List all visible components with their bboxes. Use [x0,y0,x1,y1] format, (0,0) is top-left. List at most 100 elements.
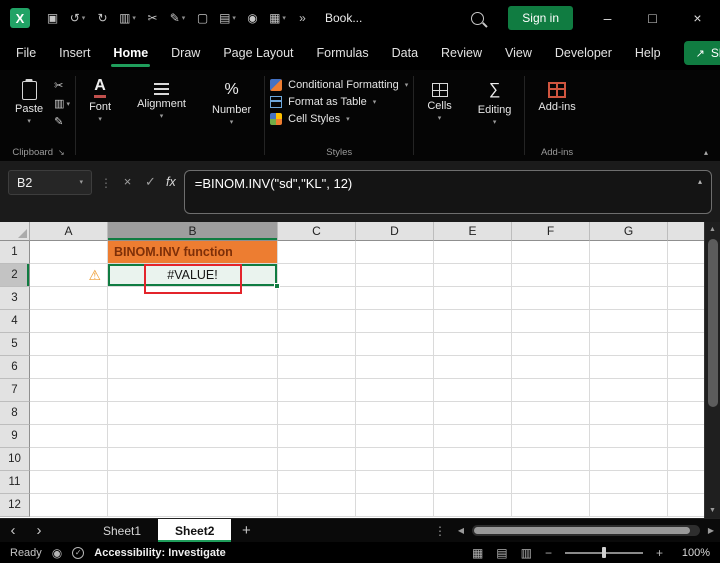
hscroll-right-icon[interactable]: ▶ [702,519,720,542]
clipboard-dialog-launcher-icon[interactable]: ↘ [58,148,65,157]
cell-F6[interactable] [512,356,590,379]
conditional-formatting-button[interactable]: Conditional Formatting ▾ [270,79,408,91]
zoom-in-icon[interactable]: + [656,547,663,559]
row-header-8[interactable]: 8 [0,402,30,425]
alignment-button[interactable]: Alignment ▾ [129,72,194,144]
cell-C10[interactable] [278,448,356,471]
scroll-down-icon[interactable]: ▼ [705,503,720,518]
cell-G4[interactable] [590,310,668,333]
column-header-F[interactable]: F [512,222,590,241]
cell-A2[interactable]: ⚠ [30,264,108,287]
cell-C8[interactable] [278,402,356,425]
cell-G5[interactable] [590,333,668,356]
cell-D1[interactable] [356,241,434,264]
cell-E10[interactable] [434,448,512,471]
cell-B7[interactable] [108,379,278,402]
menu-tab-help[interactable]: Help [635,36,661,70]
cell-D11[interactable] [356,471,434,494]
cell-styles-button[interactable]: Cell Styles ▾ [270,113,408,125]
cell-A7[interactable] [30,379,108,402]
cell-C7[interactable] [278,379,356,402]
cell-C11[interactable] [278,471,356,494]
maximize-button[interactable]: □ [630,0,675,36]
cell-C12[interactable] [278,494,356,517]
font-button[interactable]: A Font ▾ [81,72,119,144]
cell-F3[interactable] [512,287,590,310]
cell-B8[interactable] [108,402,278,425]
cell-G9[interactable] [590,425,668,448]
enter-icon[interactable]: ✓ [143,174,158,190]
menu-tab-page-layout[interactable]: Page Layout [223,36,293,70]
menu-tab-formulas[interactable]: Formulas [317,36,369,70]
formula-input[interactable]: =BINOM.INV("sd","KL", 12) ▴ [183,170,712,214]
row-header-6[interactable]: 6 [0,356,30,379]
column-header-C[interactable]: C [278,222,356,241]
cell-D4[interactable] [356,310,434,333]
cell-G3[interactable] [590,287,668,310]
print-icon[interactable]: ▤ ▾ [215,6,240,30]
zoom-level[interactable]: 100% [676,547,710,559]
insert-function-icon[interactable]: fx [166,175,176,189]
cell-F12[interactable] [512,494,590,517]
cell-D5[interactable] [356,333,434,356]
menu-tab-home[interactable]: Home [111,36,150,70]
cell-D3[interactable] [356,287,434,310]
row-header-7[interactable]: 7 [0,379,30,402]
cell-B10[interactable] [108,448,278,471]
row-header-1[interactable]: 1 [0,241,30,264]
page-layout-view-icon[interactable]: ▤ [496,547,507,559]
cell-G1[interactable] [590,241,668,264]
workbook-title[interactable]: Book... [325,11,362,25]
cell-C9[interactable] [278,425,356,448]
overflow-icon[interactable]: » [290,6,315,30]
cell-A6[interactable] [30,356,108,379]
vertical-scroll-thumb[interactable] [708,239,718,407]
cell-B3[interactable] [108,287,278,310]
minimize-button[interactable]: – [585,0,630,36]
redo-icon[interactable]: ↻ [90,6,115,30]
name-box[interactable]: B2 ▾ [8,170,92,195]
row-header-10[interactable]: 10 [0,448,30,471]
row-header-5[interactable]: 5 [0,333,30,356]
row-header-3[interactable]: 3 [0,287,30,310]
addins-button[interactable]: Add-ins [530,72,583,144]
horizontal-scrollbar[interactable] [472,525,700,536]
number-button[interactable]: % Number ▾ [204,72,259,144]
cell-C3[interactable] [278,287,356,310]
cell-A10[interactable] [30,448,108,471]
cell-G2[interactable] [590,264,668,287]
cell-B11[interactable] [108,471,278,494]
column-header-B[interactable]: B [108,222,278,241]
menu-tab-review[interactable]: Review [441,36,482,70]
hscroll-left-icon[interactable]: ◀ [452,519,470,542]
cell-F7[interactable] [512,379,590,402]
save-icon[interactable]: ▣ [40,6,65,30]
cell-E12[interactable] [434,494,512,517]
cell-A4[interactable] [30,310,108,333]
cell-A12[interactable] [30,494,108,517]
accessibility-status[interactable]: Accessibility: Investigate [94,547,225,559]
menu-tab-developer[interactable]: Developer [555,36,612,70]
copy-button[interactable]: ▥ ▾ [54,99,70,110]
cell-D10[interactable] [356,448,434,471]
cell-E3[interactable] [434,287,512,310]
cell-E9[interactable] [434,425,512,448]
column-header-D[interactable]: D [356,222,434,241]
new-file-icon[interactable]: ▢ [190,6,215,30]
select-all-corner[interactable] [0,222,30,241]
column-header-A[interactable]: A [30,222,108,241]
cell-B6[interactable] [108,356,278,379]
excel-logo-icon[interactable]: X [10,8,30,28]
row-header-2[interactable]: 2 [0,264,30,287]
paste-button[interactable]: Paste ▾ [7,72,51,144]
cell-G10[interactable] [590,448,668,471]
cell-D6[interactable] [356,356,434,379]
cell-E6[interactable] [434,356,512,379]
copy-icon[interactable]: ▥ ▾ [115,6,140,30]
zoom-thumb[interactable] [601,547,606,558]
cell-G8[interactable] [590,402,668,425]
macro-record-icon[interactable]: ◉ [52,547,62,559]
cells-button[interactable]: Cells ▾ [419,72,459,144]
zoom-out-icon[interactable]: − [545,547,552,559]
tab-overflow-icon[interactable]: ⋮ [428,519,452,542]
